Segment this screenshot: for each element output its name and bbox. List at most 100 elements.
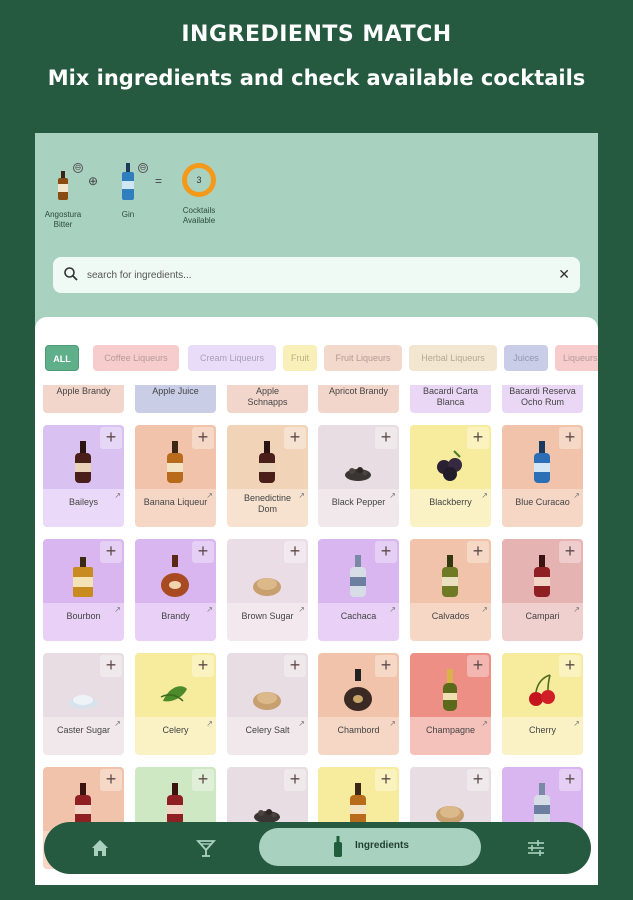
bourbon-bottle-icon xyxy=(73,557,93,597)
add-ingredient-button[interactable]: + xyxy=(284,427,306,449)
add-ingredient-button[interactable]: + xyxy=(192,655,214,677)
ingredient-tile[interactable]: + ↗ Brandy xyxy=(135,539,216,641)
ingredient-tile[interactable]: + ↗ Campari xyxy=(502,539,583,641)
chip-herbal-liqueurs[interactable]: Herbal Liqueurs xyxy=(409,345,497,371)
add-ingredient-button[interactable]: + xyxy=(559,655,581,677)
ingredient-tile[interactable]: + ↗ Black Pepper xyxy=(318,425,399,527)
nav-ingredients-tab[interactable]: Ingredients xyxy=(259,828,481,866)
add-ingredient-button[interactable]: + xyxy=(192,427,214,449)
cocktails-count-badge[interactable]: 3 xyxy=(182,163,216,197)
ingredient-label-area xyxy=(502,489,583,527)
ingredient-name: Blue Curacao xyxy=(515,497,570,507)
mix-item-gin[interactable]: Gin xyxy=(118,163,138,220)
sliders-icon[interactable] xyxy=(522,834,550,862)
cherry-icon xyxy=(529,674,555,706)
brandy-bottle-icon xyxy=(161,555,189,597)
add-ingredient-button[interactable]: + xyxy=(100,427,122,449)
chip-fruit[interactable]: Fruit xyxy=(283,345,317,371)
ingredient-tile[interactable]: + ↗ Brown Sugar xyxy=(227,539,308,641)
ingredient-label-area xyxy=(502,603,583,641)
remove-angostura-button[interactable]: ⊖ xyxy=(73,163,83,173)
chip-coffee-liqueurs[interactable]: Coffee Liqueurs xyxy=(93,345,179,371)
add-ingredient-button[interactable]: + xyxy=(100,655,122,677)
ingredient-tile[interactable]: Bacardi Reserva Ocho Rum xyxy=(502,385,583,413)
ingredient-label-area xyxy=(43,603,124,641)
ingredient-label-area xyxy=(410,489,491,527)
remove-gin-button[interactable]: ⊖ xyxy=(138,163,148,173)
ingredient-tile[interactable]: + ↗ Chambord xyxy=(318,653,399,755)
add-ingredient-button[interactable]: + xyxy=(467,541,489,563)
campari-bottle-icon xyxy=(534,555,550,597)
ingredient-tile[interactable]: Apple Brandy xyxy=(43,385,124,413)
ingredient-tile[interactable]: + ↗ Banana Liqueur xyxy=(135,425,216,527)
search-input[interactable] xyxy=(87,263,527,287)
ingredient-image-area: + xyxy=(227,539,308,603)
liqueur-bottle-icon xyxy=(259,441,275,483)
ingredient-tile[interactable]: + ↗ Celery xyxy=(135,653,216,755)
ingredient-tile[interactable]: + ↗ Blackberry xyxy=(410,425,491,527)
ingredient-tile[interactable]: Bacardi Carta Blanca xyxy=(410,385,491,413)
ingredient-image-area: + xyxy=(227,653,308,717)
add-ingredient-button[interactable]: + xyxy=(192,541,214,563)
ingredient-image-area: + xyxy=(43,425,124,489)
ingredient-tile[interactable]: + ↗ Cherry xyxy=(502,653,583,755)
ingredient-image-area: + xyxy=(410,539,491,603)
ingredient-name: Celery Salt xyxy=(245,725,290,735)
cocktails-available-text: Cocktails Available xyxy=(182,206,216,225)
add-ingredient-button[interactable]: + xyxy=(467,655,489,677)
ingredient-tile[interactable]: + ↗ Champagne xyxy=(410,653,491,755)
add-ingredient-button[interactable]: + xyxy=(375,427,397,449)
liqueur-bottle-icon xyxy=(167,441,183,483)
add-ingredient-button[interactable]: + xyxy=(375,541,397,563)
celery-icon xyxy=(160,686,187,702)
add-ingredient-button[interactable]: + xyxy=(192,769,214,791)
ingredient-label-area xyxy=(318,489,399,527)
ingredient-tile[interactable]: Apple Schnapps xyxy=(227,385,308,413)
add-ingredient-button[interactable]: + xyxy=(559,769,581,791)
add-ingredient-button[interactable]: + xyxy=(100,541,122,563)
mix-item-angostura[interactable]: Angostura Bitter xyxy=(45,171,81,230)
add-ingredient-button[interactable]: + xyxy=(100,769,122,791)
ingredient-label-area xyxy=(43,489,124,527)
ingredient-label-area xyxy=(410,603,491,641)
ingredient-tile[interactable]: + ↗ Bourbon xyxy=(43,539,124,641)
chip-fruit-liqueurs[interactable]: Fruit Liqueurs xyxy=(324,345,402,371)
add-ingredient-button[interactable]: + xyxy=(559,541,581,563)
ingredient-name: Bacardi Reserva Ocho Rum xyxy=(509,386,576,407)
ingredient-tile[interactable]: + ↗ Calvados xyxy=(410,539,491,641)
ingredient-tile[interactable]: + ↗ Baileys xyxy=(43,425,124,527)
add-ingredient-button[interactable]: + xyxy=(375,769,397,791)
add-ingredient-button[interactable]: + xyxy=(284,769,306,791)
home-icon[interactable] xyxy=(86,834,114,862)
ingredient-name: Black Pepper xyxy=(331,497,386,507)
add-ingredient-button[interactable]: + xyxy=(375,655,397,677)
ingredient-label-area xyxy=(318,717,399,755)
ingredient-tile[interactable]: + ↗ Benedictine Dom xyxy=(227,425,308,527)
ingredient-name: Cherry xyxy=(528,725,556,735)
ingredient-tile[interactable]: + ↗ Caster Sugar xyxy=(43,653,124,755)
clear-search-icon[interactable]: ✕ xyxy=(558,266,570,282)
ingredient-tile[interactable]: + ↗ Blue Curacao xyxy=(502,425,583,527)
ingredient-tile[interactable]: Apricot Brandy xyxy=(318,385,399,413)
chip-liqueurs[interactable]: Liqueurs xyxy=(555,345,598,371)
ingredient-tile[interactable]: + ↗ Celery Salt xyxy=(227,653,308,755)
add-ingredient-button[interactable]: + xyxy=(284,541,306,563)
chip-cream-liqueurs[interactable]: Cream Liqueurs xyxy=(188,345,276,371)
search-icon xyxy=(64,267,78,281)
bitters-bottle-icon xyxy=(58,171,68,200)
add-ingredient-button[interactable]: + xyxy=(467,769,489,791)
add-ingredient-button[interactable]: + xyxy=(467,427,489,449)
ingredient-tile[interactable]: Apple Juice xyxy=(135,385,216,413)
ingredient-name: Calvados xyxy=(431,611,470,621)
add-ingredient-button[interactable]: + xyxy=(559,427,581,449)
add-ingredient-button[interactable]: + xyxy=(284,655,306,677)
liqueur-bottle-icon xyxy=(75,783,91,825)
ingredient-name: Apple Juice xyxy=(152,386,199,396)
search-bar[interactable]: ✕ xyxy=(53,257,580,293)
cinnamon-icon xyxy=(436,806,464,824)
chip-all[interactable]: ALL xyxy=(45,345,79,371)
ingredient-name: Campari xyxy=(525,611,560,621)
chip-juices[interactable]: Juices xyxy=(504,345,548,371)
ingredient-tile[interactable]: + ↗ Cachaca xyxy=(318,539,399,641)
cocktail-glass-icon[interactable] xyxy=(192,834,220,862)
